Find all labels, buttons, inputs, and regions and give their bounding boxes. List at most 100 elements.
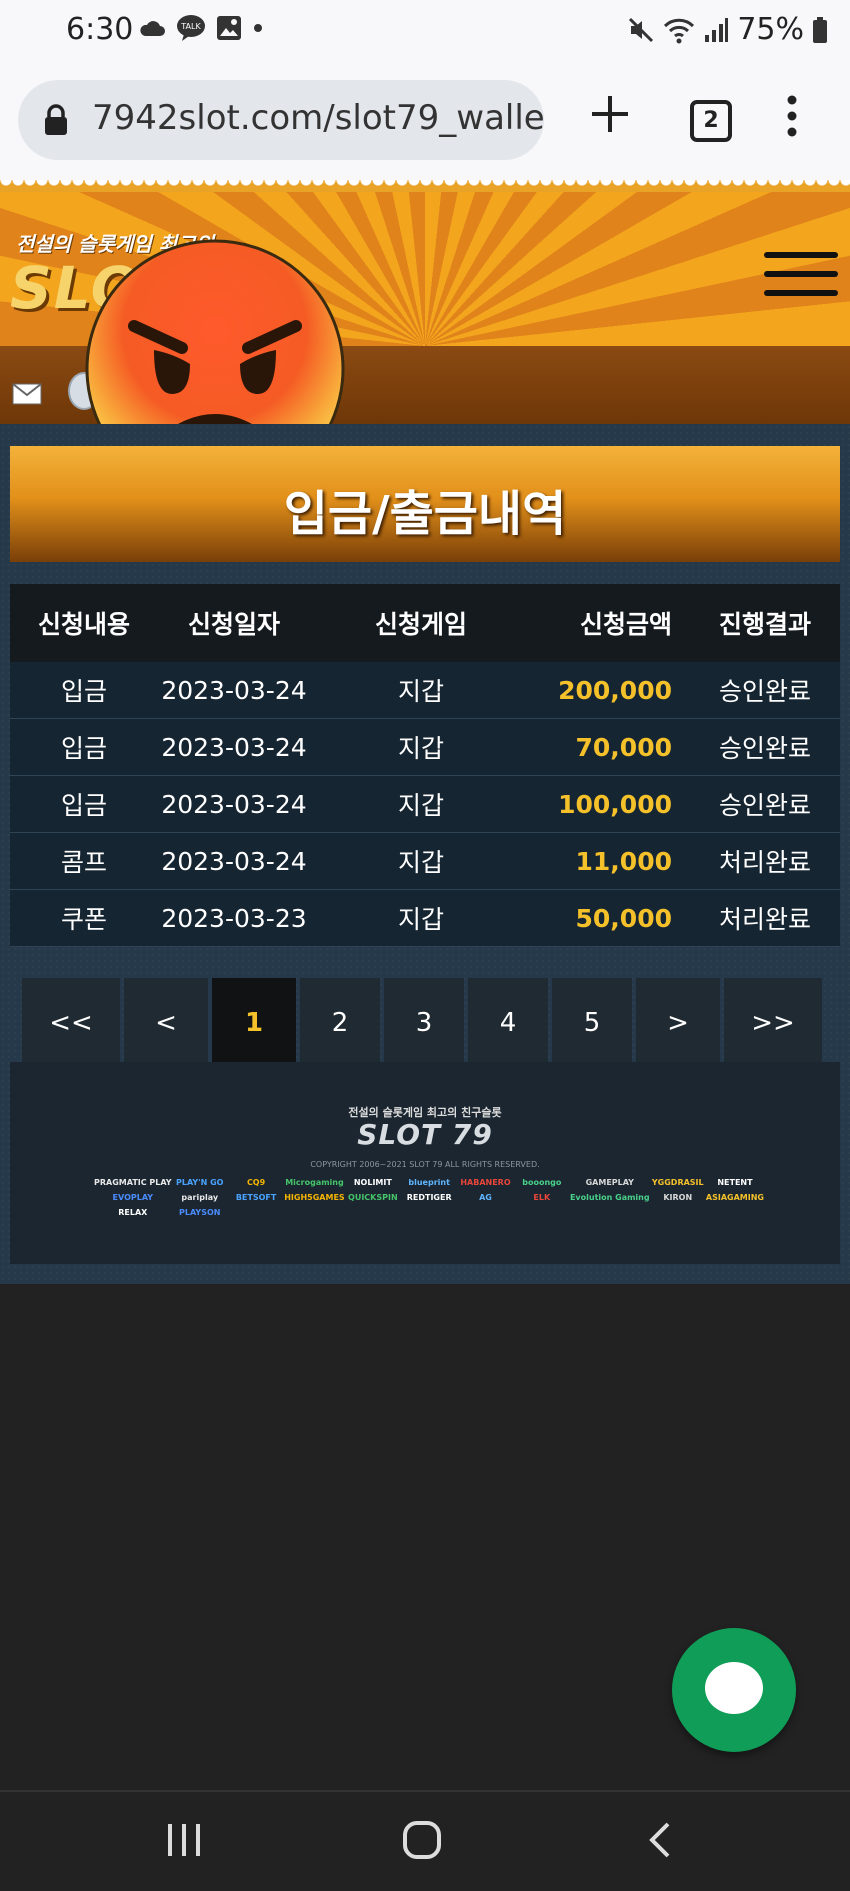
- cell-game: 지갑: [310, 718, 532, 776]
- page-4-button[interactable]: 4: [468, 978, 548, 1068]
- provider-logo: NETENT: [717, 1178, 753, 1187]
- cell-amount: 70,000: [532, 718, 690, 776]
- cell-date: 2023-03-24: [158, 832, 310, 890]
- cell-result: 승인완료: [690, 775, 840, 833]
- footer-logo: SLOT 79: [357, 1118, 493, 1151]
- system-icons: 75%: [627, 12, 828, 47]
- provider-logo: CQ9: [246, 1178, 266, 1187]
- cell-date: 2023-03-24: [158, 662, 310, 719]
- cell-game: 지갑: [310, 775, 532, 833]
- footer-copyright: COPYRIGHT 2006~2021 SLOT 79 ALL RIGHTS R…: [310, 1160, 540, 1169]
- url-text: 7942slot.com/slot79_walle: [92, 98, 544, 138]
- cell-game: 지갑: [310, 662, 532, 719]
- provider-logo: YGGDRASIL: [651, 1178, 704, 1187]
- provider-logo: QUICKSPIN: [348, 1193, 398, 1202]
- lock-icon: [45, 104, 67, 135]
- browser-toolbar: 7942slot.com/slot79_walle 2: [0, 62, 850, 180]
- system-nav-bar: [0, 1790, 850, 1891]
- provider-logo: HIGH5GAMES: [284, 1193, 345, 1202]
- provider-logo: PLAY'N GO: [176, 1178, 224, 1187]
- col-game: 신청게임: [310, 584, 532, 662]
- table-row: 입금 2023-03-24 지갑 70,000 승인완료: [10, 718, 840, 776]
- image-icon: [217, 16, 241, 40]
- cell-result: 승인완료: [690, 718, 840, 776]
- provider-logo: RELAX: [118, 1208, 148, 1217]
- provider-logo: BETSOFT: [235, 1193, 277, 1202]
- status-time: 6:30: [66, 12, 134, 47]
- cell-amount: 200,000: [532, 662, 690, 719]
- recent-apps-icon[interactable]: [166, 1822, 202, 1858]
- notification-icons: TALK: [138, 14, 264, 42]
- cloud-icon: [140, 21, 165, 36]
- svg-text:TALK: TALK: [180, 22, 201, 31]
- table-row: 쿠폰 2023-03-23 지갑 50,000 처리완료: [10, 889, 840, 947]
- provider-logo: pariplay: [181, 1193, 219, 1202]
- col-amount: 신청금액: [532, 584, 690, 662]
- new-tab-button[interactable]: [588, 92, 632, 136]
- home-icon[interactable]: [402, 1820, 442, 1860]
- provider-logo: AG: [479, 1193, 492, 1202]
- chat-bubble-icon: [705, 1662, 763, 1714]
- page-next-button[interactable]: >: [636, 978, 720, 1068]
- page-1-button[interactable]: 1: [212, 978, 296, 1068]
- cell-type: 입금: [10, 718, 158, 776]
- provider-logo: NOLIMIT: [353, 1178, 392, 1187]
- chat-button[interactable]: [672, 1628, 796, 1752]
- page-5-button[interactable]: 5: [552, 978, 632, 1068]
- dot-icon: [254, 24, 262, 32]
- provider-logo: EVOPLAY: [112, 1193, 154, 1202]
- tab-switcher-button[interactable]: 2: [690, 100, 732, 142]
- page-2-button[interactable]: 2: [300, 978, 380, 1068]
- battery-percent: 75%: [737, 12, 804, 47]
- provider-logo: ELK: [533, 1193, 551, 1202]
- cell-result: 처리완료: [690, 832, 840, 890]
- header-scallop: [0, 180, 850, 192]
- provider-logo: HABANERO: [460, 1178, 511, 1187]
- provider-logos: PRAGMATIC PLAY PLAY'N GO CQ9 Microgaming NOL…: [94, 1178, 764, 1217]
- provider-logo: Microgaming: [285, 1178, 344, 1187]
- col-type: 신청내용: [10, 584, 158, 662]
- cell-type: 입금: [10, 775, 158, 833]
- cell-date: 2023-03-24: [158, 775, 310, 833]
- mute-icon: [629, 17, 654, 42]
- cell-type: 콤프: [10, 832, 158, 890]
- page-3-button[interactable]: 3: [384, 978, 464, 1068]
- col-date: 신청일자: [158, 584, 310, 662]
- page-title: 입금/출금내역: [283, 486, 567, 542]
- cell-result: 처리완료: [690, 889, 840, 947]
- cell-game: 지갑: [310, 832, 532, 890]
- more-options-icon[interactable]: [782, 94, 802, 138]
- menu-icon[interactable]: [764, 252, 838, 309]
- col-result: 진행결과: [690, 584, 840, 662]
- provider-logo: GAMEPLAY: [585, 1178, 634, 1187]
- table-row: 입금 2023-03-24 지갑 100,000 승인완료: [10, 775, 840, 833]
- provider-logo: Evolution Gaming: [569, 1193, 650, 1202]
- talk-icon: TALK: [177, 15, 205, 41]
- cell-result: 승인완료: [690, 662, 840, 719]
- mail-icon[interactable]: [12, 383, 42, 405]
- cell-date: 2023-03-23: [158, 889, 310, 947]
- table-header-row: 신청내용 신청일자 신청게임 신청금액 진행결과: [10, 584, 840, 662]
- page-first-button[interactable]: <<: [22, 978, 120, 1068]
- cell-amount: 50,000: [532, 889, 690, 947]
- table-row: 입금 2023-03-24 지갑 200,000 승인완료: [10, 662, 840, 719]
- site-footer: 전설의 슬롯게임 최고의 친구슬롯 SLOT 79 COPYRIGHT 2006…: [10, 1062, 840, 1264]
- cell-game: 지갑: [310, 889, 532, 947]
- provider-logo: KIRON: [663, 1193, 693, 1202]
- signal-icon: [705, 17, 729, 42]
- back-icon[interactable]: [646, 1820, 674, 1860]
- cell-amount: 100,000: [532, 775, 690, 833]
- address-bar[interactable]: 7942slot.com/slot79_walle: [18, 80, 544, 160]
- table-row: 콤프 2023-03-24 지갑 11,000 처리완료: [10, 832, 840, 890]
- status-bar: 6:30 TALK 75%: [0, 0, 850, 62]
- provider-logo: blueprint: [408, 1178, 450, 1187]
- page-prev-button[interactable]: <: [124, 978, 208, 1068]
- page-last-button[interactable]: >>: [724, 978, 822, 1068]
- cell-amount: 11,000: [532, 832, 690, 890]
- wifi-icon: [664, 18, 695, 43]
- pagination: << < 1 2 3 4 5 > >>: [22, 978, 822, 1068]
- transaction-table: 신청내용 신청일자 신청게임 신청금액 진행결과 입금 2023-03-24 지…: [10, 584, 840, 947]
- title-banner: 입금/출금내역: [10, 446, 840, 562]
- provider-logo: ASIAGAMING: [705, 1193, 764, 1202]
- cell-type: 입금: [10, 662, 158, 719]
